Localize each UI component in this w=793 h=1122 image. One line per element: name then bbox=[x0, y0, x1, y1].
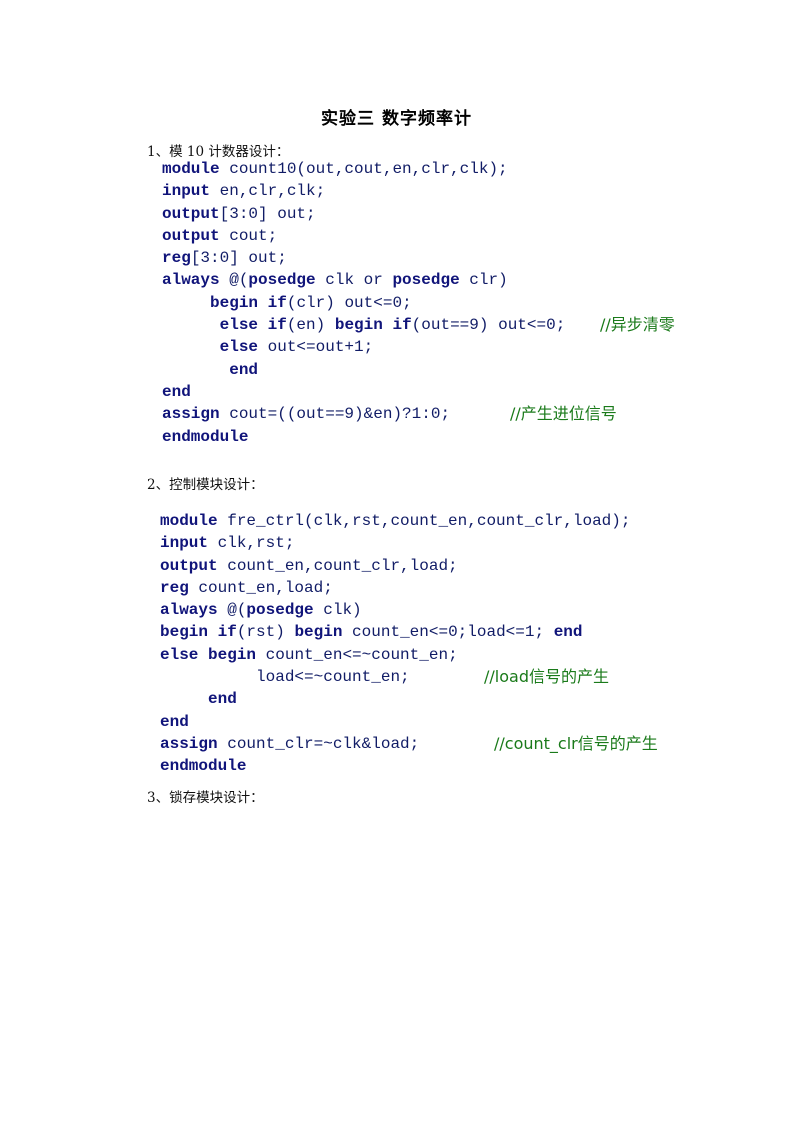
code-line: always @(posedge clk) bbox=[160, 599, 630, 621]
code-line: output cout; bbox=[162, 225, 565, 247]
code-line: assign count_clr=~clk&load; //count_clr信号… bbox=[160, 733, 658, 755]
code-line: load<=~count_en; //load信号的产生 bbox=[160, 666, 630, 688]
section-heading-2: 2、控制模块设计： bbox=[147, 477, 264, 493]
code-text: input clk,rst; bbox=[160, 534, 295, 553]
code-line: end bbox=[162, 359, 565, 381]
code-line: input clk,rst; bbox=[160, 532, 630, 554]
code-line: end bbox=[162, 381, 565, 403]
code-line: output count_en,count_clr,load; bbox=[160, 555, 630, 577]
code-line: endmodule bbox=[160, 755, 630, 777]
code-text: assign count_clr=~clk&load; bbox=[160, 734, 420, 753]
code-text: output[3:0] out; bbox=[162, 204, 316, 223]
code-line: module fre_ctrl(clk,rst,count_en,count_c… bbox=[160, 510, 630, 532]
code-text: end bbox=[162, 382, 191, 401]
code-text: else begin count_en<=~count_en; bbox=[160, 645, 458, 664]
code-text: always @(posedge clk) bbox=[160, 601, 362, 620]
code-text: always @(posedge clk or posedge clr) bbox=[162, 271, 508, 290]
code-comment: //异步清零 bbox=[600, 315, 675, 335]
code-line: begin if(rst) begin count_en<=0;load<=1;… bbox=[160, 621, 630, 643]
code-text: end bbox=[208, 690, 237, 709]
code-text: end bbox=[160, 712, 189, 731]
code-block-count10: module count10(out,cout,en,clr,clk); inpu… bbox=[162, 158, 675, 448]
code-text: module count10(out,cout,en,clr,clk); bbox=[162, 160, 508, 178]
code-line: end bbox=[160, 711, 630, 733]
code-text: output count_en,count_clr,load; bbox=[160, 556, 458, 575]
section-heading-3: 3、锁存模块设计： bbox=[147, 790, 264, 806]
code-line: reg count_en,load; bbox=[160, 577, 630, 599]
code-line: reg[3:0] out; bbox=[162, 247, 565, 269]
code-text: assign cout=((out==9)&en)?1:0; bbox=[162, 405, 451, 424]
code-text: reg count_en,load; bbox=[160, 578, 333, 597]
page-title: 实验三 数字频率计 bbox=[321, 109, 472, 129]
code-line: else if(en) begin if(out==9) out<=0; //异步… bbox=[162, 314, 675, 336]
code-line: else out<=out+1; bbox=[162, 336, 565, 358]
code-text: load<=~count_en; bbox=[160, 668, 410, 687]
code-line: input en,clr,clk; bbox=[162, 180, 565, 202]
section-heading-1: 1、模 10 计数器设计： bbox=[147, 144, 290, 160]
code-comment: //load信号的产生 bbox=[484, 667, 609, 687]
code-text: else out<=out+1; bbox=[219, 338, 374, 357]
code-text: begin if(clr) out<=0; bbox=[210, 293, 412, 312]
code-line: endmodule bbox=[162, 426, 565, 448]
code-line: else begin count_en<=~count_en; bbox=[160, 644, 630, 666]
code-line: assign cout=((out==9)&en)?1:0; //产生进位信号 bbox=[162, 403, 617, 425]
code-line: begin if(clr) out<=0; bbox=[162, 292, 565, 314]
code-text: output cout; bbox=[162, 226, 278, 245]
code-comment: //count_clr信号的产生 bbox=[494, 733, 658, 753]
code-text: begin if(rst) begin count_en<=0;load<=1;… bbox=[160, 623, 583, 642]
code-line: output[3:0] out; bbox=[162, 203, 565, 225]
code-text: module fre_ctrl(clk,rst,count_en,count_c… bbox=[160, 512, 631, 530]
code-text: input en,clr,clk; bbox=[162, 182, 326, 201]
code-text: endmodule bbox=[160, 757, 247, 776]
code-block-fre-ctrl: module fre_ctrl(clk,rst,count_en,count_c… bbox=[160, 510, 658, 778]
code-line: always @(posedge clk or posedge clr) bbox=[162, 269, 565, 291]
code-comment: //产生进位信号 bbox=[510, 404, 617, 424]
code-text: else if(en) begin if(out==9) out<=0; bbox=[219, 316, 566, 335]
code-text: reg[3:0] out; bbox=[162, 249, 287, 268]
code-line: end bbox=[160, 688, 630, 710]
code-line: module count10(out,cout,en,clr,clk); bbox=[162, 158, 565, 180]
code-text: end bbox=[229, 360, 259, 379]
code-text: endmodule bbox=[162, 427, 249, 446]
